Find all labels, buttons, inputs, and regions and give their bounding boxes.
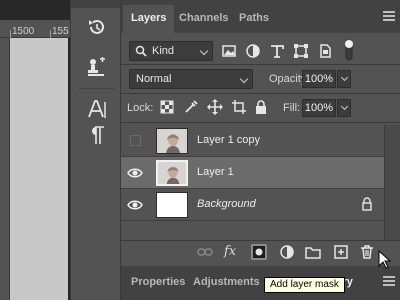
add-layer-mask-icon[interactable] <box>251 244 267 260</box>
tab-channels[interactable]: Channels <box>171 5 237 33</box>
lock-all-icon[interactable] <box>253 99 269 115</box>
opacity-input[interactable]: 100% <box>302 70 336 88</box>
lock-transparent-pixels-icon[interactable] <box>159 99 175 115</box>
shape-layer-filter-icon[interactable] <box>293 43 309 59</box>
lock-label: Lock: <box>127 102 154 114</box>
layers-bottom-bar: fx <box>121 240 400 262</box>
history-icon[interactable] <box>85 16 109 38</box>
tab-paths[interactable]: Paths <box>231 5 277 33</box>
eye-icon[interactable] <box>127 197 143 213</box>
blend-mode-dropdown[interactable]: Normal <box>129 69 253 89</box>
layers-panel: Layers Channels Paths Kind Normal Opacit… <box>120 0 400 300</box>
layer-name: Layer 1 copy <box>197 134 260 146</box>
mouse-cursor-icon <box>378 250 392 269</box>
fx-icon[interactable]: fx <box>224 244 240 260</box>
panel-tab-bar: Layers Channels Paths <box>121 0 400 33</box>
lock-image-pixels-icon[interactable] <box>183 99 199 115</box>
canvas-area[interactable]: 1500 155 <box>0 0 70 300</box>
paragraph-icon[interactable] <box>85 124 109 146</box>
ruler-mark: 155 <box>52 26 69 37</box>
collapsed-panels-column <box>70 0 121 300</box>
horizontal-ruler: 1500 155 <box>0 20 70 38</box>
layer-thumbnail <box>156 160 188 186</box>
filter-kind-dropdown[interactable]: Kind <box>129 41 213 61</box>
panel-grip[interactable] <box>71 0 121 8</box>
panel-menu-icon[interactable] <box>383 276 395 286</box>
opacity-slider-button[interactable] <box>337 70 351 88</box>
vertical-ruler <box>0 38 10 300</box>
type-layer-filter-icon[interactable] <box>269 43 285 59</box>
fill-input[interactable]: 100% <box>302 99 336 117</box>
new-group-icon[interactable] <box>305 244 321 260</box>
filter-toggle-switch[interactable] <box>343 38 355 62</box>
pixel-layer-filter-icon[interactable] <box>221 43 237 59</box>
lock-artboard-icon[interactable] <box>231 99 247 115</box>
adjustment-layer-filter-icon[interactable] <box>245 43 261 59</box>
smart-object-filter-icon[interactable] <box>317 43 333 59</box>
document-canvas[interactable] <box>10 38 68 300</box>
filter-kind-label: Kind <box>152 45 175 57</box>
layer-row[interactable]: Background <box>121 189 384 221</box>
visibility-toggle-off[interactable] <box>130 135 141 146</box>
layer-name: Background <box>197 198 256 210</box>
fill-label: Fill: <box>283 102 301 114</box>
layer-thumbnail <box>156 128 188 154</box>
link-layers-icon[interactable] <box>197 244 213 260</box>
ruler-mark: 1500 <box>12 26 35 37</box>
delete-layer-icon[interactable] <box>359 244 375 260</box>
tooltip: Add layer mask <box>264 277 345 293</box>
layer-name: Layer 1 <box>197 166 234 178</box>
character-icon[interactable] <box>85 98 109 120</box>
adjustment-layer-icon[interactable] <box>279 244 295 260</box>
panel-menu-icon[interactable] <box>383 11 395 21</box>
lock-position-icon[interactable] <box>207 99 223 115</box>
tab-properties[interactable]: Properties <box>123 270 193 294</box>
layer-row-selected[interactable]: Layer 1 <box>121 157 384 189</box>
clone-source-icon[interactable] <box>85 56 109 78</box>
layers-scrollbar[interactable] <box>384 125 400 240</box>
fill-slider-button[interactable] <box>337 99 351 117</box>
new-layer-icon[interactable] <box>333 244 349 260</box>
layer-thumbnail <box>156 192 188 218</box>
tab-layers[interactable]: Layers <box>123 5 175 33</box>
layer-row[interactable]: Layer 1 copy <box>121 125 384 157</box>
eye-icon[interactable] <box>127 165 143 181</box>
bottom-tab-bar: Properties Adjustments History <box>121 266 400 300</box>
blend-mode-value: Normal <box>136 73 172 85</box>
tab-adjustments[interactable]: Adjustments <box>185 270 268 294</box>
lock-icon <box>360 197 374 211</box>
search-icon <box>135 45 147 57</box>
